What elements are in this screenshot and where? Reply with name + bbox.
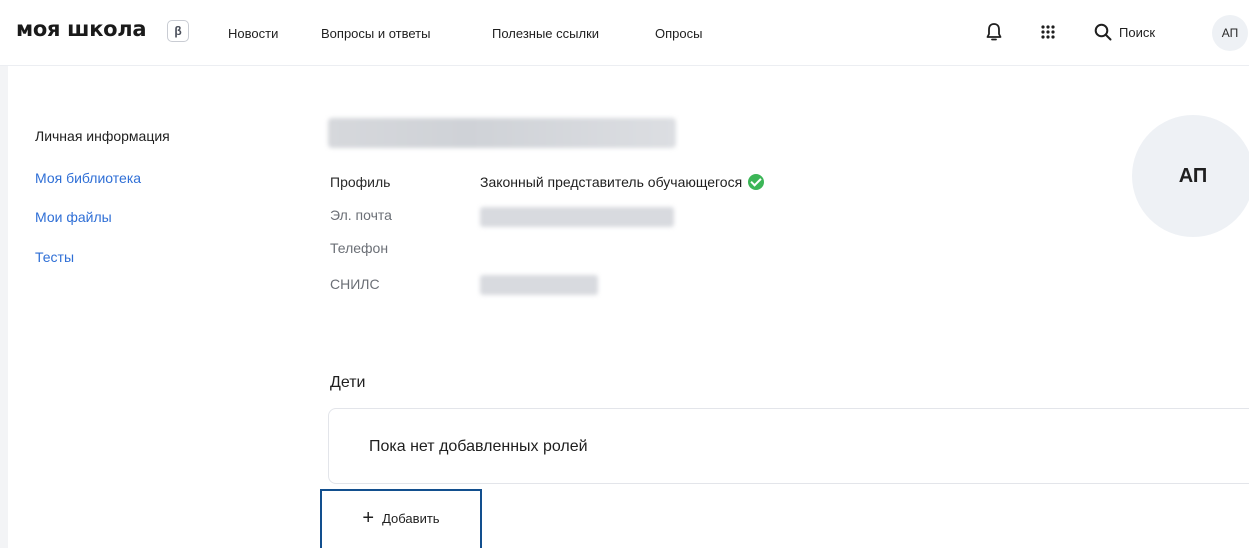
site-logo[interactable]: моя школа	[16, 17, 147, 41]
verified-check-icon	[748, 174, 765, 190]
email-label: Эл. почта	[330, 207, 392, 223]
search-button[interactable]: Поиск	[1094, 17, 1178, 47]
nav-polls[interactable]: Опросы	[655, 26, 702, 41]
sidebar-item-tests[interactable]: Тесты	[35, 249, 74, 265]
notifications-button[interactable]	[980, 17, 1008, 47]
add-button-label: Добавить	[382, 510, 440, 526]
add-child-button[interactable]: + Добавить	[320, 489, 482, 548]
top-header: моя школа β Новости Вопросы и ответы Пол…	[0, 0, 1249, 66]
apps-grid-icon	[1041, 25, 1055, 39]
search-icon	[1094, 23, 1112, 41]
user-name-redacted	[328, 118, 676, 148]
snils-value-redacted	[480, 275, 598, 295]
email-value-redacted	[480, 207, 674, 227]
nav-faq[interactable]: Вопросы и ответы	[321, 26, 430, 41]
bell-icon	[986, 23, 1002, 41]
children-empty-card: Пока нет добавленных ролей	[328, 408, 1249, 484]
add-button-content: + Добавить	[362, 508, 439, 528]
user-avatar-button[interactable]: АП	[1212, 15, 1248, 51]
nav-useful-links[interactable]: Полезные ссылки	[492, 26, 599, 41]
children-empty-text: Пока нет добавленных ролей	[369, 438, 588, 455]
profile-value: Законный представитель обучающегося	[480, 174, 765, 190]
profile-avatar: АП	[1132, 115, 1249, 237]
snils-label: СНИЛС	[330, 276, 380, 292]
sidebar-item-files[interactable]: Мои файлы	[35, 209, 112, 225]
sidebar-item-library[interactable]: Моя библиотека	[35, 170, 141, 186]
sidebar-item-personal-info[interactable]: Личная информация	[35, 128, 170, 144]
plus-icon: +	[362, 507, 375, 529]
beta-badge: β	[167, 20, 189, 42]
nav-news[interactable]: Новости	[228, 26, 278, 41]
left-edge-strip	[0, 0, 8, 548]
profile-label: Профиль	[330, 174, 391, 190]
search-label: Поиск	[1119, 24, 1156, 40]
children-section-title: Дети	[330, 374, 366, 391]
phone-label: Телефон	[330, 240, 389, 256]
apps-menu-button[interactable]	[1034, 17, 1062, 47]
profile-role-text: Законный представитель обучающегося	[480, 174, 743, 190]
